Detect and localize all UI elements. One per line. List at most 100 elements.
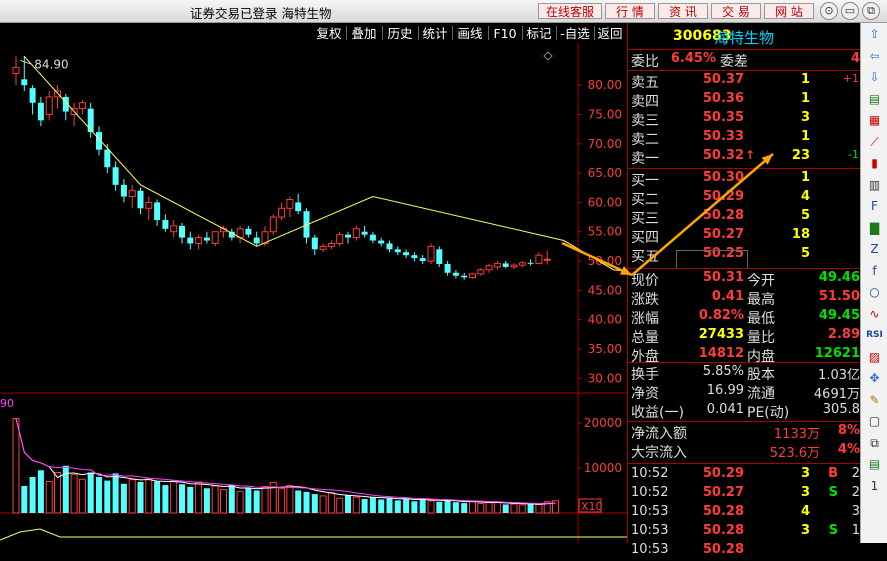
flow-label: 大宗流入	[631, 445, 687, 461]
volume-bar	[45, 481, 53, 514]
chart-toolbar: 复权 叠加 历史 统计 画线 F10 标记 -自选 返回	[0, 23, 627, 43]
trade-button[interactable]: 交 易	[711, 3, 761, 19]
volume-bar	[236, 490, 244, 514]
candle-body	[485, 265, 493, 271]
candle-body	[394, 249, 401, 253]
tick-row: 10:52 50.27 3 S 2	[627, 485, 860, 504]
bid-label: 买二	[631, 192, 659, 208]
one-icon[interactable]: 1	[866, 478, 883, 494]
copy-icon[interactable]: ⧉	[866, 435, 883, 451]
up-arrow-icon[interactable]: ⇧	[866, 26, 883, 42]
candle-body	[137, 190, 144, 209]
price-tick-label: 60.00	[588, 195, 622, 209]
down-arrow-icon[interactable]: ⇩	[866, 69, 883, 85]
stat-label: 涨幅	[631, 311, 659, 327]
tick-count: 3	[851, 504, 860, 519]
left-arrow-icon[interactable]: ⇦	[866, 48, 883, 64]
fuquan-button[interactable]: 复权	[313, 25, 345, 42]
bid-volume: 5	[800, 208, 810, 223]
line-chart-icon[interactable]: ⟋	[866, 134, 883, 150]
restore-icon[interactable]: ⧉	[862, 2, 880, 20]
candle-body	[378, 240, 385, 244]
candle-body	[352, 228, 360, 239]
volume-bar	[253, 490, 260, 513]
weibi-value: 6.45%	[670, 51, 716, 66]
draw-line-button[interactable]: 画线	[453, 25, 487, 42]
volume-bar	[162, 485, 169, 513]
kline-chart-svg[interactable]: 80.00 75.00 70.00 65.00 60.00 55.00 50.00 45.00…	[0, 43, 813, 543]
fiz-icon[interactable]: Z	[866, 241, 883, 257]
website-button[interactable]: 网 站	[764, 3, 814, 19]
candle-body	[543, 258, 551, 261]
tick-time: 10:53	[631, 523, 669, 538]
sheet-icon[interactable]: ▤	[866, 456, 883, 472]
candle-body	[128, 190, 136, 198]
overlay-button[interactable]: 叠加	[347, 25, 381, 42]
minimize-icon[interactable]: ▭	[841, 2, 859, 20]
rsi-icon[interactable]: RSI	[866, 327, 883, 343]
stat-label: 涨跌	[631, 292, 659, 308]
move-icon[interactable]: ✥	[866, 370, 883, 386]
report-icon[interactable]: ▤	[866, 91, 883, 107]
pen-icon[interactable]: ✎	[866, 392, 883, 408]
chart-icon[interactable]: ▥	[866, 177, 883, 193]
bid-row: 买三 50.28 5	[627, 208, 860, 227]
history-button[interactable]: 历史	[383, 25, 417, 42]
stat-value: 0.82%	[698, 308, 744, 323]
ask-label: 卖四	[631, 94, 659, 110]
doc-icon[interactable]: ▨	[866, 349, 883, 365]
tick-row: 10:52 50.29 3 B 2	[627, 466, 860, 485]
back-button[interactable]: 返回	[595, 25, 625, 42]
mark-button[interactable]: 标记	[523, 25, 555, 42]
fund-label: 换手	[631, 367, 659, 383]
volume-bar	[336, 497, 344, 514]
wave-icon[interactable]: ∿	[866, 306, 883, 322]
candle-body	[311, 237, 318, 250]
candle-body	[12, 67, 20, 74]
stat-value: 0.41	[711, 289, 744, 304]
bid-volume: 5	[800, 246, 810, 261]
volume-bar	[461, 503, 468, 513]
online-service-button[interactable]: 在线客服	[538, 3, 602, 19]
menu-icon[interactable]: ⊙	[820, 2, 838, 20]
ask-volume: 1	[800, 72, 810, 87]
bid-price: 50.30	[702, 170, 744, 185]
watchlist-button[interactable]: -自选	[557, 25, 593, 42]
candle-body	[345, 234, 351, 238]
bid-price: 50.27	[702, 227, 744, 242]
fund-value: 0.041	[706, 402, 744, 417]
volume-bar	[419, 499, 426, 513]
fund-row: 净资 16.99 流通 4691万	[627, 383, 860, 402]
volume-bar	[411, 501, 418, 513]
volume-bar	[369, 496, 376, 513]
kline-chart[interactable]: 80.00 75.00 70.00 65.00 60.00 55.00 50.00 45.00…	[0, 43, 813, 543]
stat-value: 2.89	[827, 327, 860, 342]
market-button[interactable]: 行 情	[605, 3, 655, 19]
volume-bar	[211, 485, 219, 514]
candle-body	[510, 264, 518, 268]
fund-row: 收益(一) 0.041 PE(动) 305.8	[627, 402, 860, 421]
table-icon[interactable]: ▦	[866, 112, 883, 128]
news-button[interactable]: 资 讯	[658, 3, 708, 19]
bid-price: 50.29	[702, 189, 744, 204]
tick-time: 10:52	[631, 466, 669, 481]
bar-icon[interactable]: ▇	[866, 220, 883, 236]
circle-icon[interactable]: ○	[866, 284, 883, 300]
stat-value: 50.31	[702, 270, 744, 285]
bid-row: 买二 50.29 4	[627, 189, 860, 208]
doc2-icon[interactable]: ▢	[866, 413, 883, 429]
stat-label: 最高	[747, 292, 775, 308]
candle-body	[461, 275, 468, 278]
f10-button[interactable]: F10	[489, 25, 521, 42]
volume-bar	[361, 499, 368, 513]
stats-button[interactable]: 统计	[419, 25, 451, 42]
diamond-icon	[543, 51, 553, 61]
candle-body	[187, 237, 194, 244]
candle-body	[78, 102, 86, 110]
volume-bar	[477, 503, 485, 514]
volume-bar	[493, 501, 501, 514]
fx-icon[interactable]: f	[866, 263, 883, 279]
candle-icon[interactable]: ▮	[866, 155, 883, 171]
f10-icon[interactable]: F	[866, 198, 883, 214]
ask-row: 卖四 50.36 1	[627, 91, 860, 110]
